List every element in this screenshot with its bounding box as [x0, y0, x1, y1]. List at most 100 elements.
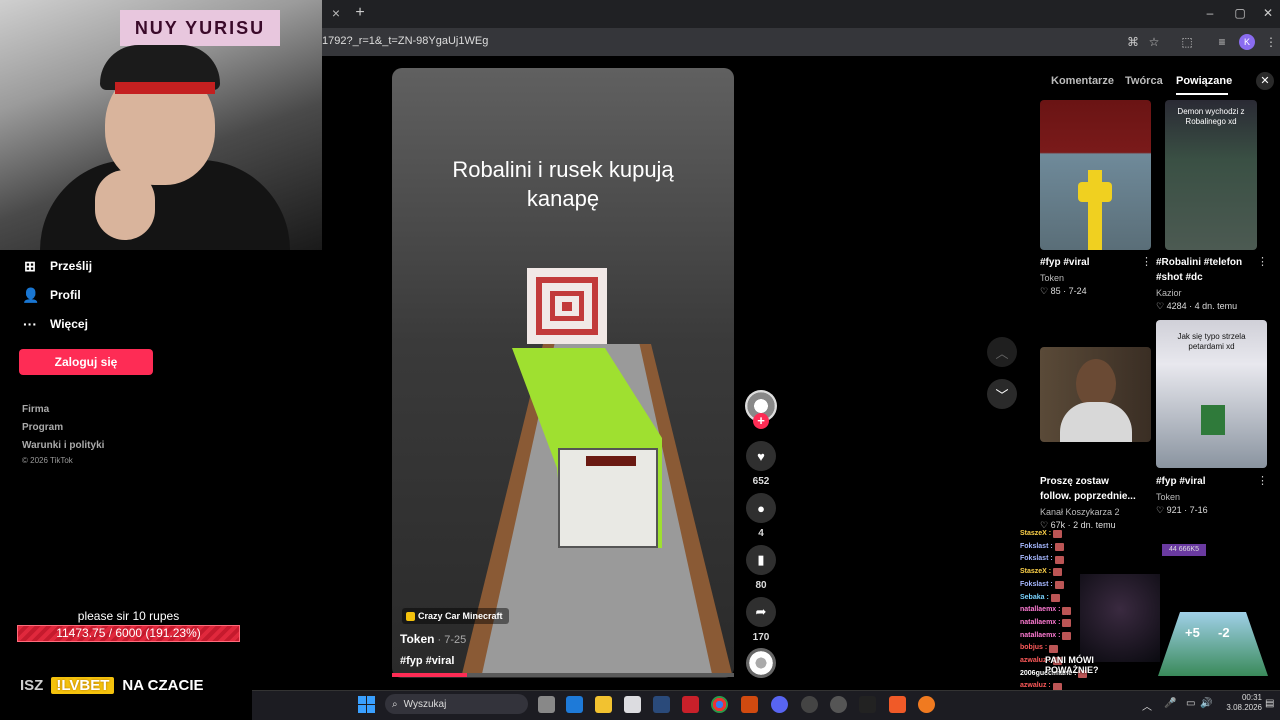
related-title-2-line2[interactable]: #shot #dc — [1156, 270, 1203, 285]
sidebar-item-label: Więcej — [50, 317, 88, 331]
taskbar-search[interactable]: ⌕ Wyszukaj — [385, 694, 528, 714]
app-orange-icon[interactable] — [741, 696, 758, 713]
share-button[interactable]: ➦ — [746, 597, 776, 627]
chrome-icon[interactable] — [711, 696, 728, 713]
chevron-up-icon: ︿ — [995, 345, 1009, 361]
save-button[interactable]: ▮ — [746, 545, 776, 575]
video-bus-display — [586, 456, 636, 466]
chat-username: bobjus : — [1020, 644, 1048, 652]
chat-emote-icon — [1050, 593, 1060, 602]
effect-label: Crazy Car Minecraft — [418, 611, 503, 621]
related-author-1[interactable]: Token — [1040, 273, 1064, 283]
chat-emote-icon — [1054, 555, 1064, 564]
chat-emote-icon — [1062, 606, 1072, 615]
like-count: 652 — [752, 476, 770, 487]
store-icon[interactable] — [624, 696, 641, 713]
footer-link-program[interactable]: Program — [22, 422, 63, 433]
video-hashtags[interactable]: #fyp #viral — [400, 655, 454, 667]
related-thumbnail-3[interactable] — [1040, 347, 1151, 442]
related-title-4[interactable]: #fyp #viral — [1156, 474, 1205, 489]
related-date: 7-24 — [1068, 286, 1087, 296]
related-title-1[interactable]: #fyp #viral — [1040, 255, 1089, 270]
app-red-icon[interactable] — [682, 696, 699, 713]
url-text[interactable]: 1792?_r=1&_t=ZN-98YgaUj1WEg — [322, 35, 488, 47]
related-thumbnail-4[interactable]: Jak się typo strzela petardami xd — [1156, 320, 1267, 468]
thumbnail-caption: Demon wychodzi z Robalinego xd — [1177, 107, 1245, 126]
tab-related[interactable]: Powiązane — [1176, 75, 1232, 87]
user-icon: 👤 — [22, 286, 40, 303]
webcam-banner: NUY YURISU — [120, 10, 280, 46]
microphone-icon[interactable]: 🎤 — [1164, 698, 1176, 709]
related-thumbnail-1[interactable] — [1040, 100, 1151, 250]
close-window-button[interactable]: ✕ — [1256, 4, 1280, 22]
discord-icon[interactable] — [771, 696, 788, 713]
sidebar-item-upload[interactable]: ⊞ Prześlij — [22, 255, 92, 277]
previous-video-button[interactable]: ︿ — [987, 337, 1017, 367]
cloud-icon[interactable] — [918, 696, 935, 713]
tab-comments[interactable]: Komentarze — [1051, 75, 1114, 87]
like-button[interactable]: ♥ — [746, 441, 776, 471]
translate-icon[interactable]: ⌘ — [1124, 33, 1142, 51]
app-dark-icon[interactable] — [859, 696, 876, 713]
music-disc-icon[interactable] — [746, 648, 776, 678]
effect-tag[interactable]: Crazy Car Minecraft — [402, 608, 509, 624]
minimize-button[interactable]: – — [1198, 4, 1222, 22]
next-video-button[interactable]: ﹀ — [987, 379, 1017, 409]
streamer-cap-brim — [115, 82, 215, 94]
menu-kebab-icon[interactable]: ⋮ — [1262, 33, 1280, 51]
close-tab-icon[interactable]: × — [328, 5, 344, 21]
tab-bar — [322, 0, 1280, 28]
system-clock[interactable]: 00:31 3.08.2026 — [1222, 693, 1262, 713]
windows-start-icon[interactable] — [358, 696, 375, 713]
close-panel-button[interactable]: ✕ — [1256, 72, 1274, 90]
media-control-icon[interactable]: ≡ — [1213, 33, 1231, 51]
video-author[interactable]: Token · 7-25 — [400, 632, 466, 646]
clock-time: 00:31 — [1241, 693, 1262, 702]
brave-icon[interactable] — [889, 696, 906, 713]
bookmark-star-icon[interactable]: ☆ — [1145, 33, 1163, 51]
related-likes: 921 — [1166, 505, 1182, 515]
maximize-button[interactable]: ▢ — [1228, 4, 1252, 22]
copyright-text: © 2026 TikTok — [22, 456, 73, 465]
footer-link-terms[interactable]: Warunki i polityki — [22, 440, 104, 451]
related-author-4[interactable]: Token — [1156, 492, 1180, 502]
save-count: 80 — [755, 580, 767, 591]
more-options-icon[interactable]: ⋮ — [1257, 474, 1268, 487]
more-options-icon[interactable]: ⋮ — [1257, 255, 1268, 268]
file-explorer-icon[interactable] — [595, 696, 612, 713]
related-title-3-line2[interactable]: follow. poprzednie... — [1040, 489, 1136, 504]
login-button[interactable]: Zaloguj się — [19, 349, 153, 375]
footer-link-company[interactable]: Firma — [22, 404, 49, 415]
sidebar-item-profile[interactable]: 👤 Profil — [22, 284, 81, 306]
extensions-icon[interactable]: ⬚ — [1178, 33, 1196, 51]
chat-emote-icon — [1053, 530, 1063, 539]
notifications-icon[interactable]: ▤ — [1265, 698, 1274, 709]
related-author-2[interactable]: Kazior — [1156, 288, 1182, 298]
author-name[interactable]: Token — [400, 632, 434, 646]
volume-icon[interactable]: 🔊 — [1200, 698, 1212, 709]
related-meta-4: ♡ 921 · 7-16 — [1156, 505, 1208, 515]
comment-button[interactable]: ● — [746, 493, 776, 523]
effect-icon — [406, 611, 415, 621]
profile-avatar[interactable]: K — [1239, 34, 1255, 50]
tab-creator[interactable]: Twórca — [1125, 75, 1163, 87]
network-icon[interactable]: ▭ — [1186, 698, 1195, 709]
new-tab-button[interactable]: + — [352, 4, 368, 22]
more-options-icon[interactable]: ⋮ — [1141, 255, 1152, 268]
goal-progress-text: 11473.75 / 6000 (191.23%) — [56, 626, 201, 640]
follow-plus-icon[interactable]: + — [753, 413, 769, 429]
related-thumbnail-2[interactable]: Demon wychodzi z Robalinego xd — [1165, 100, 1257, 250]
obs-icon[interactable] — [801, 696, 818, 713]
obs-secondary-icon[interactable] — [830, 696, 847, 713]
related-title-2[interactable]: #Robalini #telefon — [1156, 255, 1242, 270]
steam-icon[interactable] — [653, 696, 670, 713]
outlook-icon[interactable] — [566, 696, 583, 713]
related-title-3[interactable]: Proszę zostaw — [1040, 474, 1109, 489]
ticker-suffix: NA CZACIE — [122, 676, 204, 694]
related-likes: 85 — [1050, 286, 1061, 296]
task-view-icon[interactable] — [538, 696, 555, 713]
chat-emote-icon — [1049, 644, 1059, 653]
tray-chevron-icon[interactable]: ︿ — [1142, 698, 1152, 713]
sidebar-item-more[interactable]: ··· Więcej — [22, 313, 88, 335]
related-author-3[interactable]: Kanał Koszykarza 2 — [1040, 507, 1120, 517]
